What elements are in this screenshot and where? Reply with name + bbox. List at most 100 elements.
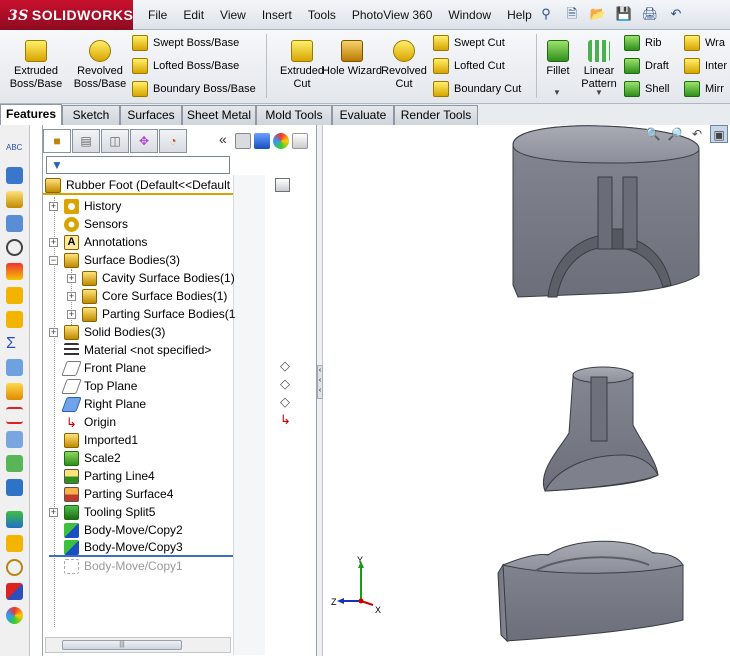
save-icon[interactable]: 💾	[614, 4, 634, 24]
previous-view-icon[interactable]: ↶	[688, 125, 706, 143]
parting-line-icon[interactable]	[6, 511, 23, 528]
tree-horizontal-scrollbar[interactable]: |||	[45, 637, 231, 653]
expand-icon[interactable]: +	[49, 507, 58, 517]
mirror-button[interactable]: Mirr	[684, 79, 727, 98]
core-body[interactable]	[542, 366, 659, 492]
tree-item-scale2[interactable]: Scale2	[49, 449, 121, 467]
zoom-to-fit-icon[interactable]: 🔍	[644, 125, 662, 143]
expand-icon[interactable]: +	[67, 309, 76, 319]
tree-item-solid-bodies[interactable]: + Solid Bodies(3)	[49, 323, 165, 341]
pattern-dropdown-icon[interactable]: ▼	[595, 88, 603, 97]
menu-file[interactable]: File	[140, 0, 175, 30]
rib-button[interactable]: Rib	[624, 33, 669, 52]
spell-check-icon[interactable]: ABC	[6, 143, 23, 160]
property-manager-tab-icon[interactable]: ▤	[72, 129, 100, 153]
scrollbar-thumb[interactable]: |||	[62, 640, 182, 650]
appearance-column-icon[interactable]	[273, 133, 289, 149]
dimxpert-tab-icon[interactable]: ✥	[130, 129, 158, 153]
tree-item-body-move-copy2[interactable]: Body-Move/Copy2	[49, 521, 183, 539]
draft-analysis-icon[interactable]	[6, 287, 23, 304]
solidworks-logo[interactable]: 3S SOLIDWORKS	[0, 0, 133, 30]
origin-visibility-icon[interactable]: ↳	[280, 413, 294, 427]
measure-icon[interactable]	[6, 167, 23, 184]
linear-pattern-button[interactable]: Linear Pattern	[578, 34, 620, 94]
tree-item-body-move-copy3[interactable]: Body-Move/Copy3	[49, 539, 233, 557]
fillet-button[interactable]: Fillet	[536, 34, 580, 94]
mass-properties-icon[interactable]	[6, 191, 23, 208]
expand-icon[interactable]: +	[49, 201, 58, 211]
boundary-boss-button[interactable]: Boundary Boss/Base	[132, 79, 256, 98]
pin-icon[interactable]: ⚲	[536, 4, 556, 24]
lofted-cut-button[interactable]: Lofted Cut	[433, 56, 521, 75]
tab-evaluate[interactable]: Evaluate	[332, 105, 394, 125]
swept-boss-button[interactable]: Swept Boss/Base	[132, 33, 256, 52]
transparency-icon[interactable]	[292, 133, 308, 149]
split-icon[interactable]	[6, 407, 23, 424]
gear-icon[interactable]	[6, 535, 23, 552]
tree-item-sensors[interactable]: Sensors	[49, 215, 128, 233]
tree-item-front-plane[interactable]: Front Plane	[49, 359, 146, 377]
plane-visibility-icon[interactable]: ◇	[280, 359, 294, 373]
check-icon[interactable]	[6, 239, 23, 256]
plane-visibility-icon[interactable]: ◇	[280, 377, 294, 391]
intersect-button[interactable]: Inter	[684, 56, 727, 75]
expand-icon[interactable]: +	[49, 237, 58, 247]
tree-item-history[interactable]: + History	[49, 197, 121, 215]
menu-view[interactable]: View	[212, 0, 254, 30]
display-manager-tab-icon[interactable]: ◔	[159, 129, 187, 153]
menu-tools[interactable]: Tools	[300, 0, 344, 30]
revolved-boss-button[interactable]: Revolved Boss/Base	[68, 34, 132, 94]
tab-sheet-metal[interactable]: Sheet Metal	[182, 105, 256, 125]
plane-visibility-icon[interactable]: ◇	[280, 395, 294, 409]
section-view-icon[interactable]: ▣	[710, 125, 728, 143]
expand-icon[interactable]: +	[49, 327, 58, 337]
tree-item-top-plane[interactable]: Top Plane	[49, 377, 137, 395]
scale-icon[interactable]	[6, 431, 23, 448]
tree-item-body-move-copy1[interactable]: Body-Move/Copy1	[49, 557, 183, 575]
sum-icon[interactable]: Σ	[6, 335, 23, 352]
tab-render-tools[interactable]: Render Tools	[394, 105, 478, 125]
undercut-analysis-icon[interactable]	[6, 311, 23, 328]
display-state-chip[interactable]	[275, 178, 290, 192]
tree-root-part[interactable]: Rubber Foot (Default<<Default	[43, 177, 233, 195]
collapse-panel-icon[interactable]: «	[219, 131, 227, 147]
graphics-viewport[interactable]: 🔍 🔎 ↶ ▣ Y Z X	[323, 125, 730, 656]
zoom-to-area-icon[interactable]: 🔎	[666, 125, 684, 143]
swept-cut-button[interactable]: Swept Cut	[433, 33, 521, 52]
display-mode-icon[interactable]	[254, 133, 270, 149]
menu-insert[interactable]: Insert	[254, 0, 300, 30]
tab-features[interactable]: Features	[0, 104, 62, 125]
tree-item-parting-line4[interactable]: Parting Line4	[49, 467, 155, 485]
wrap-button[interactable]: Wra	[684, 33, 727, 52]
print-icon[interactable]: 🖨	[640, 4, 660, 24]
tree-item-annotations[interactable]: + A Annotations	[49, 233, 147, 251]
tab-mold-tools[interactable]: Mold Tools	[256, 105, 332, 125]
tree-item-material[interactable]: Material <not specified>	[49, 341, 211, 359]
tree-item-origin[interactable]: ↳ Origin	[49, 413, 116, 431]
tooling-icon[interactable]	[6, 455, 23, 472]
revolved-cut-button[interactable]: Revolved Cut	[372, 34, 436, 94]
tree-item-tooling-split5[interactable]: + Tooling Split5	[49, 503, 155, 521]
section-properties-icon[interactable]	[6, 215, 23, 232]
tree-item-cavity-surface-bodies[interactable]: + Cavity Surface Bodies(1)	[67, 269, 235, 287]
tab-surfaces[interactable]: Surfaces	[120, 105, 182, 125]
draft-button[interactable]: Draft	[624, 56, 669, 75]
hide-show-icon[interactable]	[235, 133, 251, 149]
menu-photoview[interactable]: PhotoView 360	[344, 0, 441, 30]
tree-item-core-surface-bodies[interactable]: + Core Surface Bodies(1)	[67, 287, 227, 305]
collapse-icon[interactable]: −	[49, 255, 58, 265]
appearance-icon[interactable]	[6, 583, 23, 600]
tab-sketch[interactable]: Sketch	[62, 105, 120, 125]
expand-icon[interactable]: +	[67, 291, 76, 301]
cavity-body[interactable]	[512, 125, 700, 298]
undo-icon[interactable]: ↶	[666, 4, 686, 24]
tree-item-surface-bodies[interactable]: − Surface Bodies(3)	[49, 251, 180, 269]
parting-body[interactable]	[497, 540, 684, 643]
tree-item-right-plane[interactable]: Right Plane	[49, 395, 146, 413]
menu-edit[interactable]: Edit	[175, 0, 212, 30]
configuration-manager-tab-icon[interactable]: ◫	[101, 129, 129, 153]
core-cavity-icon[interactable]	[6, 479, 23, 496]
menu-window[interactable]: Window	[440, 0, 499, 30]
shaded-icon[interactable]	[6, 383, 23, 400]
geometry-analysis-icon[interactable]	[6, 263, 23, 280]
